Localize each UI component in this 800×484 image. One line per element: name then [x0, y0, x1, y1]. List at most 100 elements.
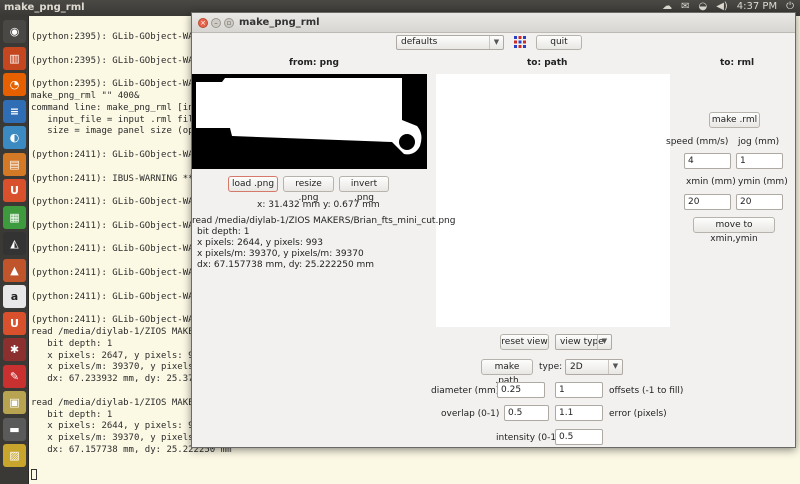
terminal-line: x pixels: 2644, y pixels: 99 — [31, 421, 199, 432]
intensity-input[interactable]: 0.5 — [555, 429, 603, 445]
defaults-value: defaults — [401, 37, 438, 47]
intensity-label: intensity (0-1) — [496, 433, 560, 443]
ubuntu-one-icon[interactable]: U — [3, 179, 26, 202]
terminal-line: make_png_rml "" 400& — [31, 91, 140, 101]
png-shape — [196, 78, 422, 155]
cloud-icon[interactable]: ☁ — [662, 1, 672, 12]
terminal-line: (python:2411): GLib-GObject-WAR — [31, 220, 199, 231]
ymin-label: ymin (mm) — [738, 177, 788, 187]
terminal-line: size = image panel size (opt — [31, 126, 199, 137]
firefox-icon[interactable]: ◔ — [3, 73, 26, 96]
ymin-input[interactable]: 20 — [736, 194, 783, 210]
ubuntu-home-icon[interactable]: ◉ — [3, 20, 26, 43]
from-png-header: from: png — [289, 58, 339, 68]
workspace-icon[interactable]: ▨ — [3, 444, 26, 467]
terminal-line: (python:2411): IBUS-WARNING ** — [31, 173, 194, 184]
terminal-cursor — [31, 469, 37, 480]
maximize-icon[interactable]: ▫ — [224, 18, 234, 28]
pin-tool-icon[interactable]: ✎ — [3, 364, 26, 388]
info-line-file: read /media/diylab-1/ZIOS MAKERS/Brian_f… — [192, 216, 456, 226]
calc-icon[interactable]: ▦ — [3, 205, 26, 229]
make-rml-button[interactable]: make .rml — [709, 112, 760, 128]
terminal-line: x pixels/m: 39370, y pixels/ — [31, 433, 199, 444]
terminal-icon[interactable]: ▬ — [3, 417, 26, 441]
xmin-label: xmin (mm) — [686, 177, 736, 187]
terminal-line: (python:2395): GLib-GObject-WAR — [31, 79, 199, 90]
reset-view-button[interactable]: reset view — [500, 334, 549, 350]
make-path-button[interactable]: make .path — [481, 359, 533, 386]
active-window-title: make_png_rml — [4, 2, 85, 13]
resize-png-button[interactable]: resize .png — [283, 176, 334, 203]
terminal-line: x pixels: 2647, y pixels: 99 — [31, 350, 199, 361]
view-type-select[interactable]: view type ▼ — [555, 334, 612, 350]
jog-input[interactable]: 1 — [736, 153, 783, 169]
grid-icon[interactable] — [513, 35, 527, 49]
type-label: type: — [539, 362, 563, 372]
software-center-icon[interactable]: ▤ — [3, 152, 26, 176]
trash-bin-icon[interactable]: ▥ — [3, 46, 26, 70]
power-icon[interactable]: ⏻ — [786, 1, 794, 12]
terminal-line: dx: 67.233932 mm, dy: 25.374 — [31, 374, 199, 385]
network-icon[interactable]: ◒ — [698, 1, 707, 12]
speed-label: speed (mm/s) — [666, 137, 729, 147]
minimize-icon[interactable]: – — [211, 18, 221, 28]
window-title: make_png_rml — [239, 17, 320, 28]
chevron-down-icon: ▼ — [489, 36, 503, 49]
terminal-line: read /media/diylab-1/ZIOS MAKER — [31, 327, 199, 337]
terminal-line: bit depth: 1 — [31, 338, 113, 349]
amazon-icon[interactable]: a — [3, 285, 26, 308]
chromium-icon[interactable]: ◐ — [3, 126, 26, 149]
mail-icon[interactable]: ✉ — [681, 1, 689, 12]
info-line-pixels: x pixels: 2644, y pixels: 993 — [197, 238, 323, 248]
terminal-line: x pixels/m: 39370, y pixels/ — [31, 362, 199, 373]
move-to-xmin-ymin-button[interactable]: move to xmin,ymin — [693, 217, 775, 244]
ubuntu-one-music-icon[interactable]: U — [3, 311, 26, 335]
volume-icon[interactable]: ◀) — [716, 1, 728, 12]
window-titlebar[interactable]: × – ▫ make_png_rml — [192, 13, 795, 33]
chevron-down-icon: ▼ — [608, 360, 622, 374]
to-rml-header: to: rml — [720, 58, 755, 68]
error-input[interactable]: 1.1 — [555, 405, 603, 421]
terminal-line: (python:2411): GLib-GObject-WAR — [31, 150, 199, 160]
cursor-coordinates: x: 31.432 mm y: 0.677 mm — [257, 200, 380, 210]
load-png-button[interactable]: load .png — [228, 176, 278, 192]
type-value: 2D — [570, 362, 583, 372]
offsets-input[interactable]: 1 — [555, 382, 603, 398]
jog-label: jog (mm) — [738, 137, 780, 147]
settings-icon[interactable]: ✱ — [3, 338, 26, 361]
terminal-line: read /media/diylab-1/ZIOS MAKER — [31, 397, 199, 408]
invert-png-button[interactable]: invert .png — [339, 176, 389, 203]
terminal-line: (python:2411): GLib-GObject-WAR — [31, 244, 199, 255]
speed-input[interactable]: 4 — [684, 153, 731, 169]
path-preview[interactable] — [436, 74, 670, 327]
files-icon[interactable]: ▣ — [3, 391, 26, 414]
system-tray: ☁ ✉ ◒ ◀) 4:37 PM ⏻ — [662, 1, 794, 12]
terminal-line: (python:2411): GLib-GObject-WAR — [31, 197, 199, 208]
terminal-line: (python:2395): GLib-GObject-WAR — [31, 55, 199, 66]
chevron-down-icon: ▼ — [597, 335, 611, 349]
error-label: error (pixels) — [609, 409, 667, 419]
info-line-density: x pixels/m: 39370, y pixels/m: 39370 — [197, 249, 364, 259]
terminal-line: (python:2411): GLib-GObject-WAR — [31, 268, 199, 278]
overlap-input[interactable]: 0.5 — [504, 405, 549, 421]
terminal-line: (python:2395): GLib-GObject-WAR — [31, 32, 199, 42]
clock[interactable]: 4:37 PM — [737, 1, 777, 12]
diameter-label: diameter (mm) — [431, 386, 500, 396]
diameter-input[interactable]: 0.25 — [497, 382, 545, 398]
quit-button[interactable]: quit — [536, 35, 582, 50]
close-icon[interactable]: × — [198, 18, 208, 28]
terminal-line: bit depth: 1 — [31, 409, 113, 420]
defaults-select[interactable]: defaults ▼ — [396, 35, 504, 50]
writer-icon[interactable]: ≡ — [3, 99, 26, 123]
info-line-depth: bit depth: 1 — [197, 227, 250, 237]
make-png-rml-window: × – ▫ make_png_rml defaults ▼ quit from:… — [191, 12, 796, 448]
inkscape-icon[interactable]: ◭ — [3, 232, 26, 255]
xmin-input[interactable]: 20 — [684, 194, 731, 210]
to-path-header: to: path — [527, 58, 568, 68]
offsets-label: offsets (-1 to fill) — [609, 386, 684, 396]
type-select[interactable]: 2D ▼ — [565, 359, 623, 375]
info-line-size: dx: 67.157738 mm, dy: 25.222250 mm — [197, 260, 375, 270]
png-preview[interactable] — [192, 74, 427, 169]
impress-icon[interactable]: ▲ — [3, 258, 26, 282]
terminal-line: (python:2411): GLib-GObject-WAR — [31, 315, 199, 326]
